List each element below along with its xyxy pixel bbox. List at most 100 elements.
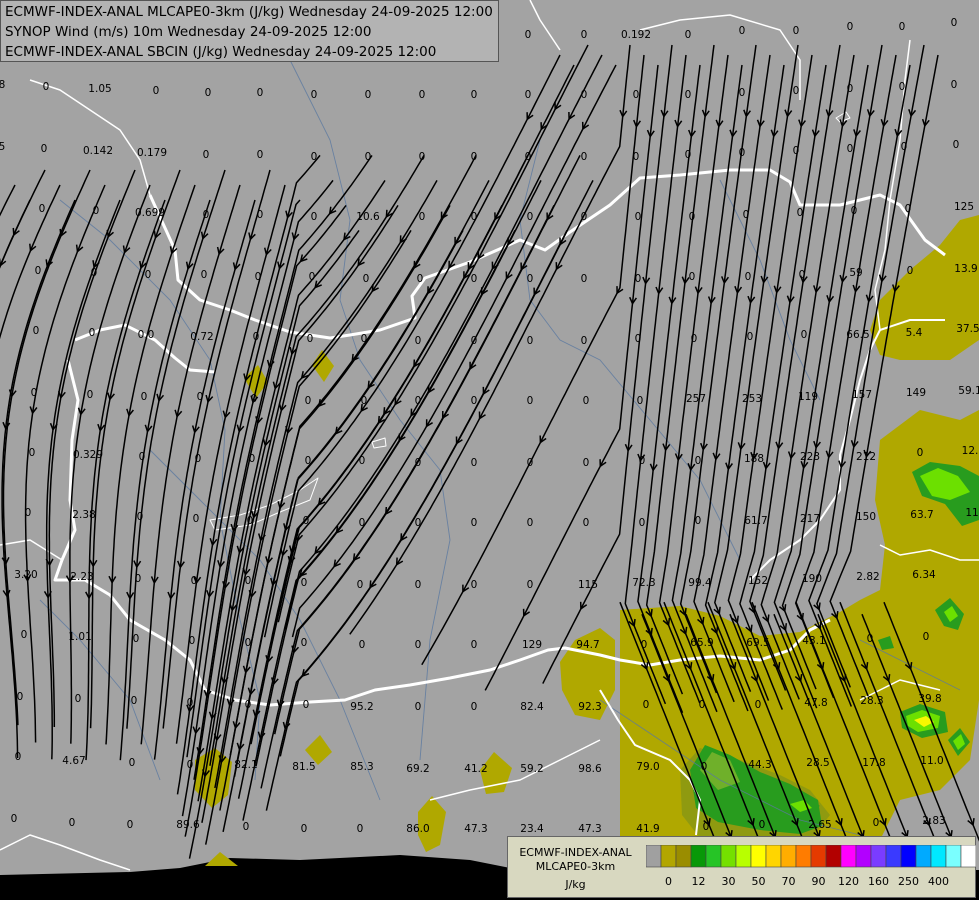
title-line-cape: ECMWF-INDEX-ANAL MLCAPE0-3km (J/kg) Wedn… [5,4,493,20]
cin-value-label: 0 [471,701,478,713]
legend-swatch [646,845,662,868]
cin-value-label: 0 [193,513,200,525]
cin-value-label: 0 [243,821,250,833]
cin-value-label: 3.20 [14,569,37,581]
cin-value-label: 85.3 [350,761,373,773]
cin-value-label: 0 [471,517,478,529]
cin-value-label: 10.6 [356,211,380,223]
cin-value-label: 0 [793,85,800,97]
legend-swatch [945,845,962,868]
cin-value-label: 0 [29,447,36,459]
cin-value-label: 0 [359,517,366,529]
cin-value-label: 0 [643,699,650,711]
cin-value-label: 41.9 [636,823,659,835]
cin-value-label: 0 [133,633,140,645]
cin-value-label: 0 [419,151,426,163]
cin-value-label: 0 [197,391,204,403]
cin-value-label: 0 [641,639,648,651]
cin-value-label: 0 [527,517,534,529]
cin-value-label: 47.8 [804,697,827,709]
legend-swatch [735,845,752,868]
cin-value-label: 0 [635,333,642,345]
cin-value-label: 0 [153,85,160,97]
cin-value-label: 0 [363,273,370,285]
cin-value-label: 0 [801,329,808,341]
cin-value-label: 0 [471,639,478,651]
legend-swatch [825,845,842,868]
legend-swatch [675,845,692,868]
cin-value-label: 0 [745,271,752,283]
cin-value-label: 0 [525,151,532,163]
cin-value-label: 94.7 [576,639,599,651]
cin-value-label: 0 [527,395,534,407]
cin-value-label: 0 [39,203,46,215]
cin-value-label: 0 [301,637,308,649]
cin-value-label: 0 [137,511,144,523]
cin-value-label: 63.7 [910,509,933,521]
legend-swatch [900,845,917,868]
cin-value-label: 0 [583,457,590,469]
cin-value-label: 0 [471,89,478,101]
legend-swatch [795,845,812,868]
cin-value-label: 0 [93,205,100,217]
cape-legend: ECMWF-INDEX-ANAL MLCAPE0-3km J/kg 0 12 30 5… [507,836,976,898]
cin-value-label: 0 [639,517,646,529]
cin-value-label: 92.3 [578,701,601,713]
cin-value-label: 0.192 [621,29,651,41]
cin-value-label: 212 [856,451,876,463]
cin-value-label: 0 [739,25,746,37]
cin-value-label: 0 [131,695,138,707]
cin-value-label: 0 [311,151,318,163]
cin-value-label: 59 [849,267,862,279]
cin-value-label: 0 [525,29,532,41]
cin-value-label: 0 [129,757,136,769]
legend-swatch [870,845,887,868]
cin-value-label: 0 [747,331,754,343]
cin-value-label: 82.1 [234,759,257,771]
cin-value-label: 0 [847,143,854,155]
legend-tick: 90 [811,875,826,888]
cin-value-label: 0 [581,273,588,285]
cin-value-label: 0 [307,333,314,345]
cin-value-label: 223 [800,451,820,463]
cin-value-label: 0 [873,817,880,829]
cin-value-label: 0 [361,333,368,345]
cin-value-label: 79.0 [636,761,659,773]
cin-value-label: 0 [205,87,212,99]
legend-color-scale [646,845,976,868]
cin-value-label: 0 [311,89,318,101]
cin-value-label: 0 [695,515,702,527]
cin-value-label: 0 [361,395,368,407]
cin-value-label: 0 [951,79,958,91]
cin-value-label: 2.82 [856,571,879,583]
cin-value-label: 0 [311,211,318,223]
cin-value-label: 0 [33,325,40,337]
legend-source: ECMWF-INDEX-ANAL [519,846,632,859]
cin-value-label: 0 [471,335,478,347]
cin-value-label: 0 [471,579,478,591]
cin-value-label: 152 [748,575,768,587]
legend-tick: 250 [898,875,919,888]
cin-value-label: 0 [251,393,258,405]
cin-value-label: 0 [415,395,422,407]
legend-swatch [810,845,827,868]
cin-value-label: 0 [15,751,22,763]
cin-value-label: 0 [415,639,422,651]
cin-value-label: 0 [527,211,534,223]
cin-value-label: 59.1 [958,385,979,397]
cin-value-label: 44.3 [748,759,771,771]
cin-value-label: 0 [357,823,364,835]
legend-swatch [720,845,737,868]
cin-value-label: 0 [899,21,906,33]
legend-tick: 12 [691,875,706,888]
cin-value-label: 0 [793,25,800,37]
cin-value-label: 0 [635,211,642,223]
cin-value-label: 11 [965,507,978,519]
cin-value-label: 0 [89,327,96,339]
cin-value-label: 0 [583,517,590,529]
cin-value-label: 69.2 [406,763,429,775]
cin-value-label: 0 [41,143,48,155]
cin-value-label: 23.4 [520,823,544,835]
legend-swatch [930,845,947,868]
legend-swatch [960,845,976,868]
